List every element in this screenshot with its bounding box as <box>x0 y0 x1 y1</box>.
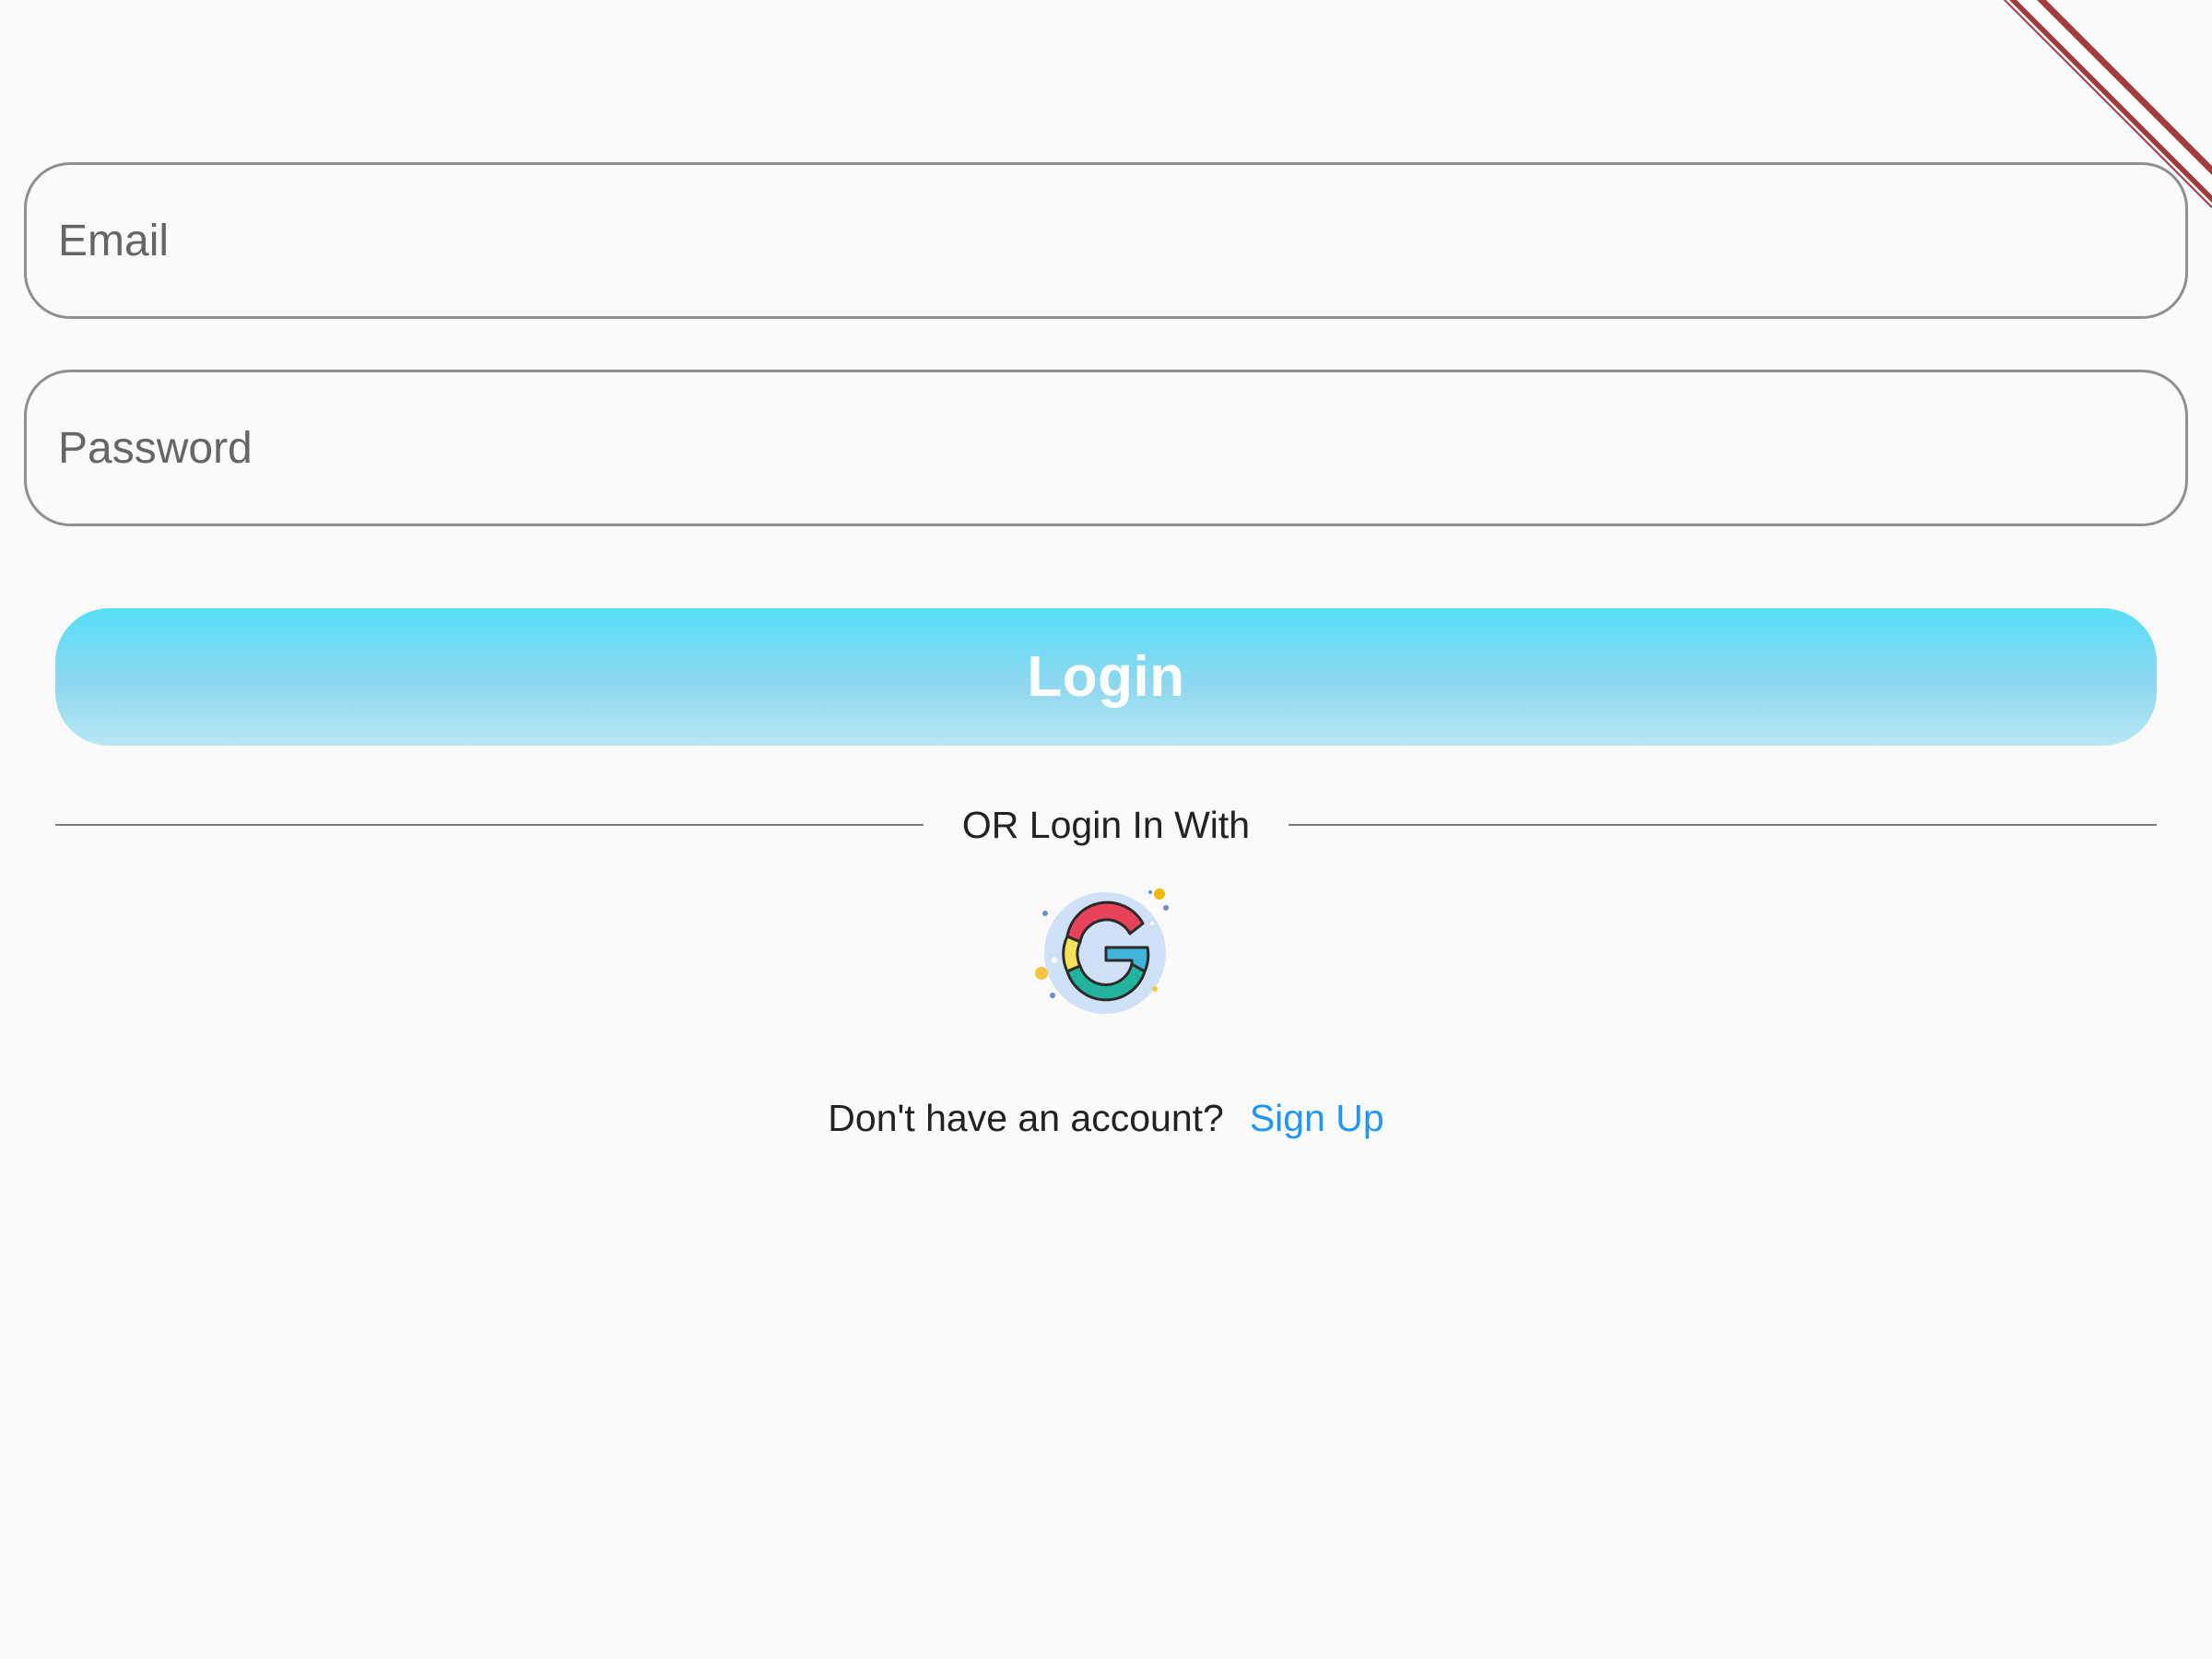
google-icon <box>1035 888 1169 1014</box>
divider-line-right <box>1288 824 2157 826</box>
email-input[interactable] <box>27 165 2185 316</box>
email-field[interactable] <box>24 162 2188 319</box>
google-login-button[interactable] <box>1032 883 1180 1021</box>
divider-line-left <box>55 824 924 826</box>
password-field[interactable] <box>24 370 2188 526</box>
signup-prompt: Don't have an account? <box>828 1097 1224 1139</box>
login-button[interactable]: Login <box>55 608 2157 746</box>
signup-link[interactable]: Sign Up <box>1250 1097 1384 1140</box>
divider-text: OR Login In With <box>961 803 1251 846</box>
or-divider: OR Login In With <box>55 802 2157 848</box>
login-screen: Login OR Login In With <box>0 0 2212 1659</box>
login-button-label: Login <box>1027 645 1185 709</box>
password-input[interactable] <box>27 372 2185 524</box>
signup-row: Don't have an account? Sign Up <box>0 1097 2212 1140</box>
